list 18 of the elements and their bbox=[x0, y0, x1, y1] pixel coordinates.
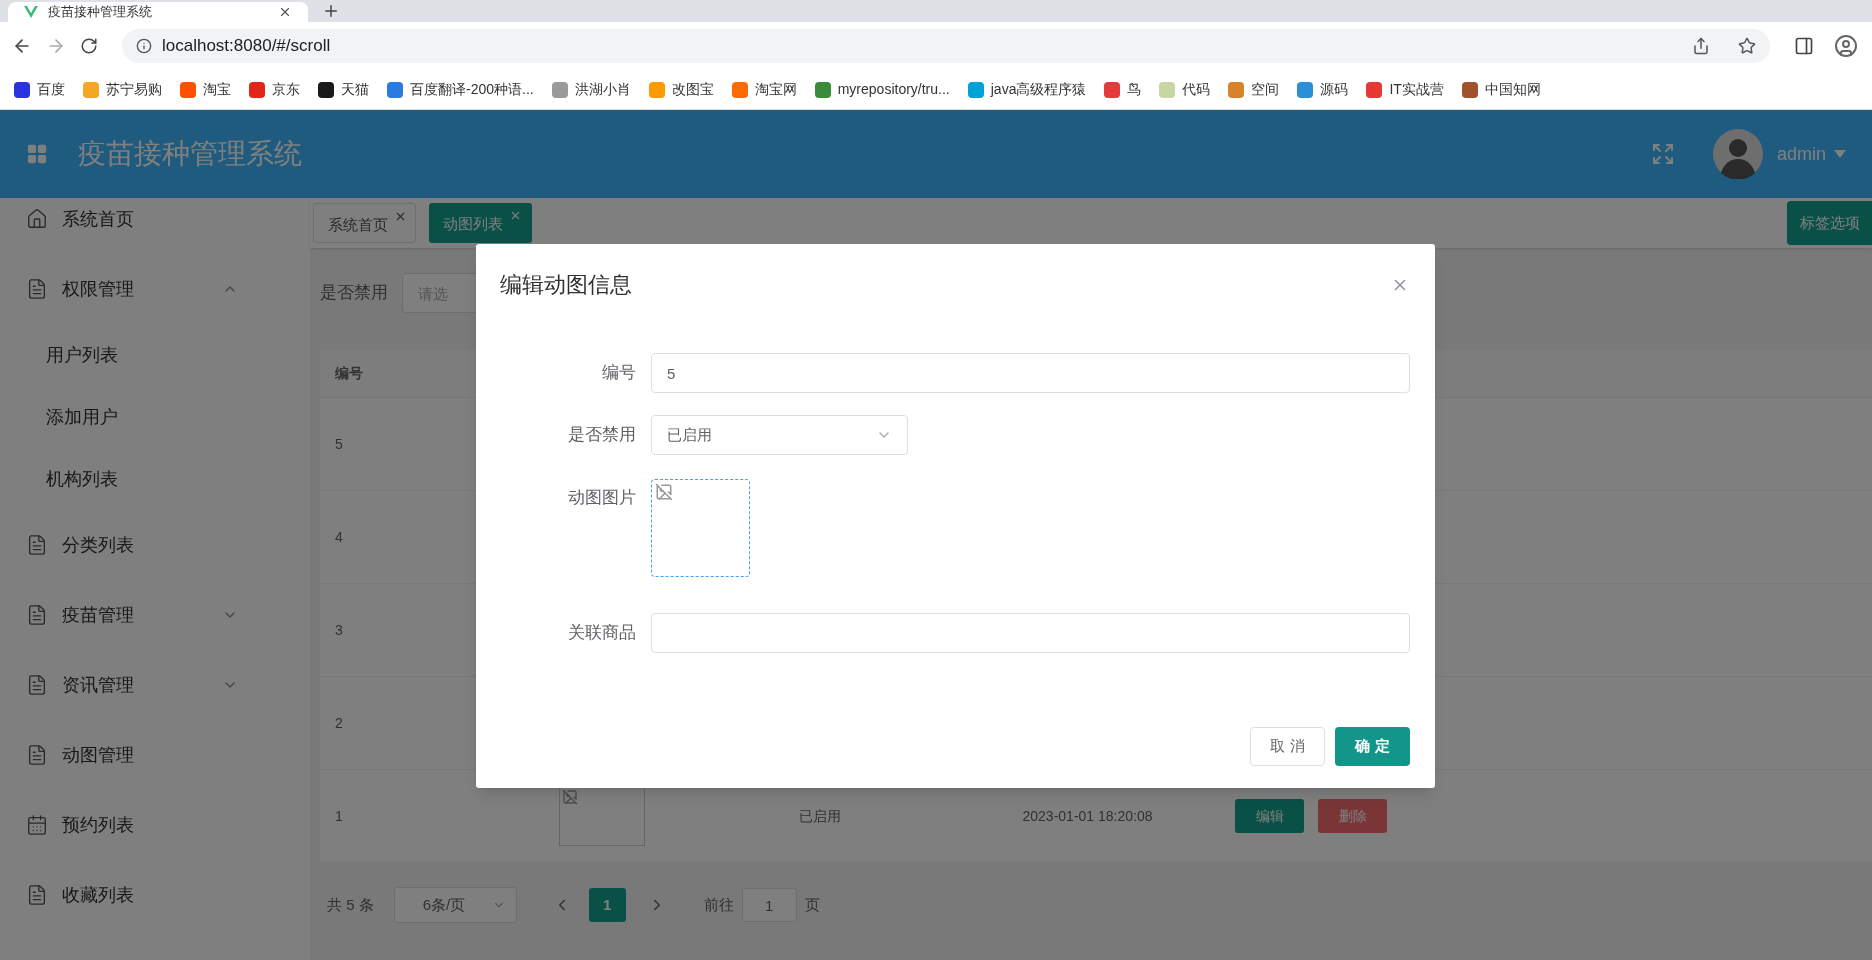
table-cell: 3 bbox=[335, 621, 343, 638]
table-cell: 已启用 bbox=[799, 807, 841, 824]
filter-label: 是否禁用 bbox=[320, 282, 388, 305]
goto-label: 前往 bbox=[703, 894, 734, 915]
total-count: 共 5 条 bbox=[327, 894, 374, 915]
page-suffix: 页 bbox=[804, 894, 820, 915]
field-label: 关联商品 bbox=[567, 622, 636, 645]
table-cell: 2023-01-01 18:20:08 bbox=[1022, 807, 1153, 824]
field-label: 动图图片 bbox=[567, 487, 636, 509]
dialog-title: 编辑动图信息 bbox=[500, 271, 632, 299]
field-label: 编号 bbox=[601, 362, 636, 385]
table-cell: 4 bbox=[335, 528, 343, 545]
field-label: 是否禁用 bbox=[567, 424, 636, 447]
table-cell: 2 bbox=[335, 714, 343, 731]
table-cell: 1 bbox=[335, 807, 343, 824]
table-cell: 5 bbox=[335, 435, 343, 452]
column-header: 编号 bbox=[334, 364, 363, 383]
app-title: 疫苗接种管理系统 bbox=[78, 137, 302, 171]
